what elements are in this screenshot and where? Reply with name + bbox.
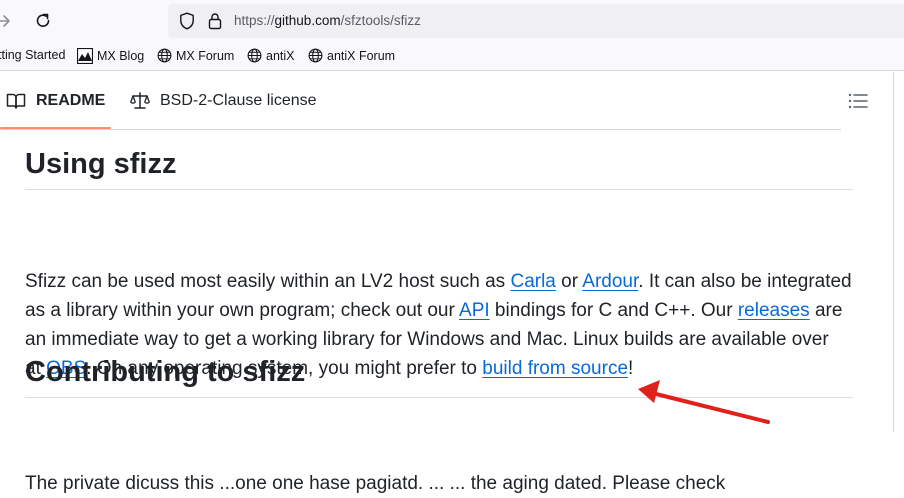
text-run: are [809,300,843,321]
globe-icon [247,48,262,63]
tab-label: README [36,92,106,109]
bookmark-label: antiX [266,48,295,63]
text-run: Sfizz can be used most easily within an … [25,271,511,292]
cut-off-text-line: The private dicuss this ...one one hase … [25,473,726,494]
readme-tabbar: README BSD-2-Clause license [0,72,891,130]
bookmark-label: antiX Forum [327,48,396,63]
paragraph-line: an immediate way to get a working librar… [25,325,855,354]
globe-icon [157,48,172,63]
tab-label: BSD-2-Clause license [160,92,317,109]
reload-icon[interactable] [31,9,55,33]
outline-list-icon[interactable] [848,92,868,114]
text-run: an immediate way to get a working librar… [25,329,829,350]
link-releases[interactable]: releases [738,300,810,321]
tabbar-divider [0,129,841,130]
link-api[interactable]: API [459,300,490,321]
bookmark-getting-started[interactable]: tting Started [0,48,65,62]
bookmark-mx-blog[interactable]: MX Blog [77,48,144,64]
url-text[interactable]: https://github.com/sfztools/sfizz [234,13,421,28]
lock-icon[interactable] [208,12,222,34]
link-carla[interactable]: Carla [510,271,555,292]
paragraph-line: as a library within your own program; ch… [25,296,855,325]
bookmark-label: MX Blog [97,49,145,63]
mx-logo-icon [77,48,93,64]
text-run: bindings for C and C++. Our [489,300,738,321]
bookmark-label: MX Forum [176,48,235,63]
bookmarks-bar: tting Started MX Blog MX Forum antiX ant… [0,42,904,71]
tracking-protection-shield-icon[interactable] [179,12,195,34]
bookmark-label: tting Started [0,48,66,62]
text-run: as a library within your own program; ch… [25,300,460,321]
paragraph-line: Sfizz can be used most easily within an … [25,267,855,296]
link-ardour[interactable]: Ardour [582,271,638,292]
address-bar[interactable]: https://github.com/sfztools/sfizz [168,4,904,38]
text-run: or [555,271,583,292]
bookmark-antix[interactable]: antiX [247,48,295,63]
bookmark-antix-forum[interactable]: antiX Forum [308,48,395,63]
forward-arrow-icon[interactable] [0,9,16,33]
heading-using-sfizz: Using sfizz [25,148,853,190]
text-run: . It can also be integrated [638,271,852,292]
book-icon [6,93,26,109]
tab-license[interactable]: BSD-2-Clause license [130,72,317,130]
github-page: README BSD-2-Clause license Using sfizz … [0,72,904,494]
law-icon [130,92,150,109]
tab-readme[interactable]: README [6,72,105,130]
browser-toolbar: https://github.com/sfztools/sfizz [0,0,904,42]
bookmark-mx-forum[interactable]: MX Forum [157,48,234,63]
red-arrow-annotation [638,380,770,424]
globe-icon [308,48,323,63]
